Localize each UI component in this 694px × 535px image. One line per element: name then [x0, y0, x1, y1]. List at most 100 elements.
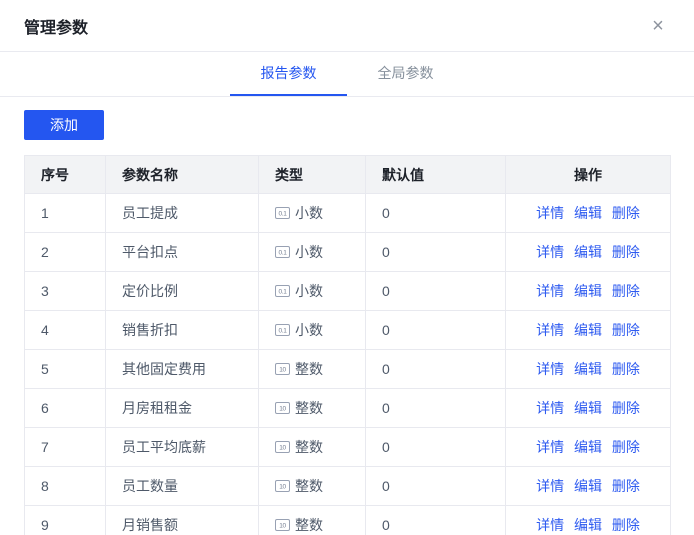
cell-actions: 详情 编辑 删除	[506, 194, 671, 233]
cell-type: 0.1 小数	[259, 233, 366, 272]
cell-param-name: 月房租租金	[106, 389, 259, 428]
edit-link[interactable]: 编辑	[574, 361, 602, 377]
delete-link[interactable]: 删除	[612, 322, 640, 338]
close-icon[interactable]: ×	[646, 14, 670, 38]
cell-param-name: 月销售额	[106, 506, 259, 535]
cell-default-value: 0	[366, 311, 506, 350]
cell-param-name: 其他固定费用	[106, 350, 259, 389]
column-header-actions: 操作	[506, 156, 671, 194]
detail-link[interactable]: 详情	[536, 244, 564, 260]
edit-link[interactable]: 编辑	[574, 283, 602, 299]
decimal-type-icon: 0.1	[275, 246, 290, 258]
edit-link[interactable]: 编辑	[574, 478, 602, 494]
cell-type: 10 整数	[259, 350, 366, 389]
cell-actions: 详情 编辑 删除	[506, 350, 671, 389]
column-header-name: 参数名称	[106, 156, 259, 194]
type-label: 整数	[295, 437, 323, 457]
type-label: 整数	[295, 359, 323, 379]
delete-link[interactable]: 删除	[612, 244, 640, 260]
cell-param-name: 员工平均底薪	[106, 428, 259, 467]
cell-type: 0.1 小数	[259, 194, 366, 233]
cell-actions: 详情 编辑 删除	[506, 467, 671, 506]
table-row: 6 月房租租金 10 整数 0 详情 编辑 删除	[25, 389, 671, 428]
edit-link[interactable]: 编辑	[574, 244, 602, 260]
cell-param-name: 销售折扣	[106, 311, 259, 350]
table-row: 1 员工提成 0.1 小数 0 详情 编辑 删除	[25, 194, 671, 233]
detail-link[interactable]: 详情	[536, 322, 564, 338]
cell-type: 10 整数	[259, 428, 366, 467]
integer-type-icon: 10	[275, 480, 290, 492]
edit-link[interactable]: 编辑	[574, 205, 602, 221]
dialog-header: 管理参数 ×	[0, 0, 694, 52]
parameters-table: 序号 参数名称 类型 默认值 操作 1 员工提成 0.1 小数 0 详情 编辑 …	[24, 155, 671, 535]
detail-link[interactable]: 详情	[536, 283, 564, 299]
decimal-type-icon: 0.1	[275, 324, 290, 336]
detail-link[interactable]: 详情	[536, 517, 564, 533]
cell-index: 9	[25, 506, 106, 535]
cell-actions: 详情 编辑 删除	[506, 428, 671, 467]
cell-actions: 详情 编辑 删除	[506, 389, 671, 428]
cell-index: 4	[25, 311, 106, 350]
table-row: 4 销售折扣 0.1 小数 0 详情 编辑 删除	[25, 311, 671, 350]
delete-link[interactable]: 删除	[612, 517, 640, 533]
add-button[interactable]: 添加	[24, 110, 104, 140]
cell-default-value: 0	[366, 506, 506, 535]
cell-index: 7	[25, 428, 106, 467]
cell-default-value: 0	[366, 428, 506, 467]
edit-link[interactable]: 编辑	[574, 400, 602, 416]
type-label: 小数	[295, 320, 323, 340]
detail-link[interactable]: 详情	[536, 439, 564, 455]
delete-link[interactable]: 删除	[612, 283, 640, 299]
cell-type: 0.1 小数	[259, 311, 366, 350]
detail-link[interactable]: 详情	[536, 205, 564, 221]
cell-default-value: 0	[366, 194, 506, 233]
tab-global-params[interactable]: 全局参数	[347, 52, 464, 96]
cell-type: 10 整数	[259, 467, 366, 506]
decimal-type-icon: 0.1	[275, 285, 290, 297]
delete-link[interactable]: 删除	[612, 205, 640, 221]
cell-index: 2	[25, 233, 106, 272]
cell-index: 3	[25, 272, 106, 311]
tab-label: 全局参数	[378, 63, 434, 83]
edit-link[interactable]: 编辑	[574, 517, 602, 533]
table-row: 3 定价比例 0.1 小数 0 详情 编辑 删除	[25, 272, 671, 311]
cell-default-value: 0	[366, 272, 506, 311]
cell-default-value: 0	[366, 467, 506, 506]
cell-param-name: 员工数量	[106, 467, 259, 506]
cell-param-name: 定价比例	[106, 272, 259, 311]
manage-params-dialog: 管理参数 × 报告参数 全局参数 添加 序号 参数名称 类型 默认值 操作	[0, 0, 694, 535]
detail-link[interactable]: 详情	[536, 400, 564, 416]
cell-type: 10 整数	[259, 389, 366, 428]
cell-actions: 详情 编辑 删除	[506, 233, 671, 272]
delete-link[interactable]: 删除	[612, 361, 640, 377]
delete-link[interactable]: 删除	[612, 439, 640, 455]
cell-actions: 详情 编辑 删除	[506, 272, 671, 311]
integer-type-icon: 10	[275, 441, 290, 453]
table-body: 1 员工提成 0.1 小数 0 详情 编辑 删除 2 平台扣点 0.1 小数 0…	[25, 194, 671, 535]
edit-link[interactable]: 编辑	[574, 322, 602, 338]
detail-link[interactable]: 详情	[536, 478, 564, 494]
tab-label: 报告参数	[261, 63, 317, 83]
cell-type: 0.1 小数	[259, 272, 366, 311]
cell-index: 8	[25, 467, 106, 506]
table-row: 5 其他固定费用 10 整数 0 详情 编辑 删除	[25, 350, 671, 389]
type-label: 整数	[295, 476, 323, 496]
table-row: 8 员工数量 10 整数 0 详情 编辑 删除	[25, 467, 671, 506]
integer-type-icon: 10	[275, 402, 290, 414]
type-label: 小数	[295, 281, 323, 301]
column-header-type: 类型	[259, 156, 366, 194]
delete-link[interactable]: 删除	[612, 400, 640, 416]
tab-report-params[interactable]: 报告参数	[230, 52, 347, 96]
integer-type-icon: 10	[275, 519, 290, 531]
edit-link[interactable]: 编辑	[574, 439, 602, 455]
table-row: 2 平台扣点 0.1 小数 0 详情 编辑 删除	[25, 233, 671, 272]
cell-default-value: 0	[366, 233, 506, 272]
dialog-content: 添加 序号 参数名称 类型 默认值 操作 1 员工提成 0.1 小数	[0, 97, 694, 535]
table-row: 9 月销售额 10 整数 0 详情 编辑 删除	[25, 506, 671, 535]
cell-type: 10 整数	[259, 506, 366, 535]
column-header-default: 默认值	[366, 156, 506, 194]
delete-link[interactable]: 删除	[612, 478, 640, 494]
type-label: 小数	[295, 242, 323, 262]
detail-link[interactable]: 详情	[536, 361, 564, 377]
tab-bar: 报告参数 全局参数	[0, 52, 694, 97]
